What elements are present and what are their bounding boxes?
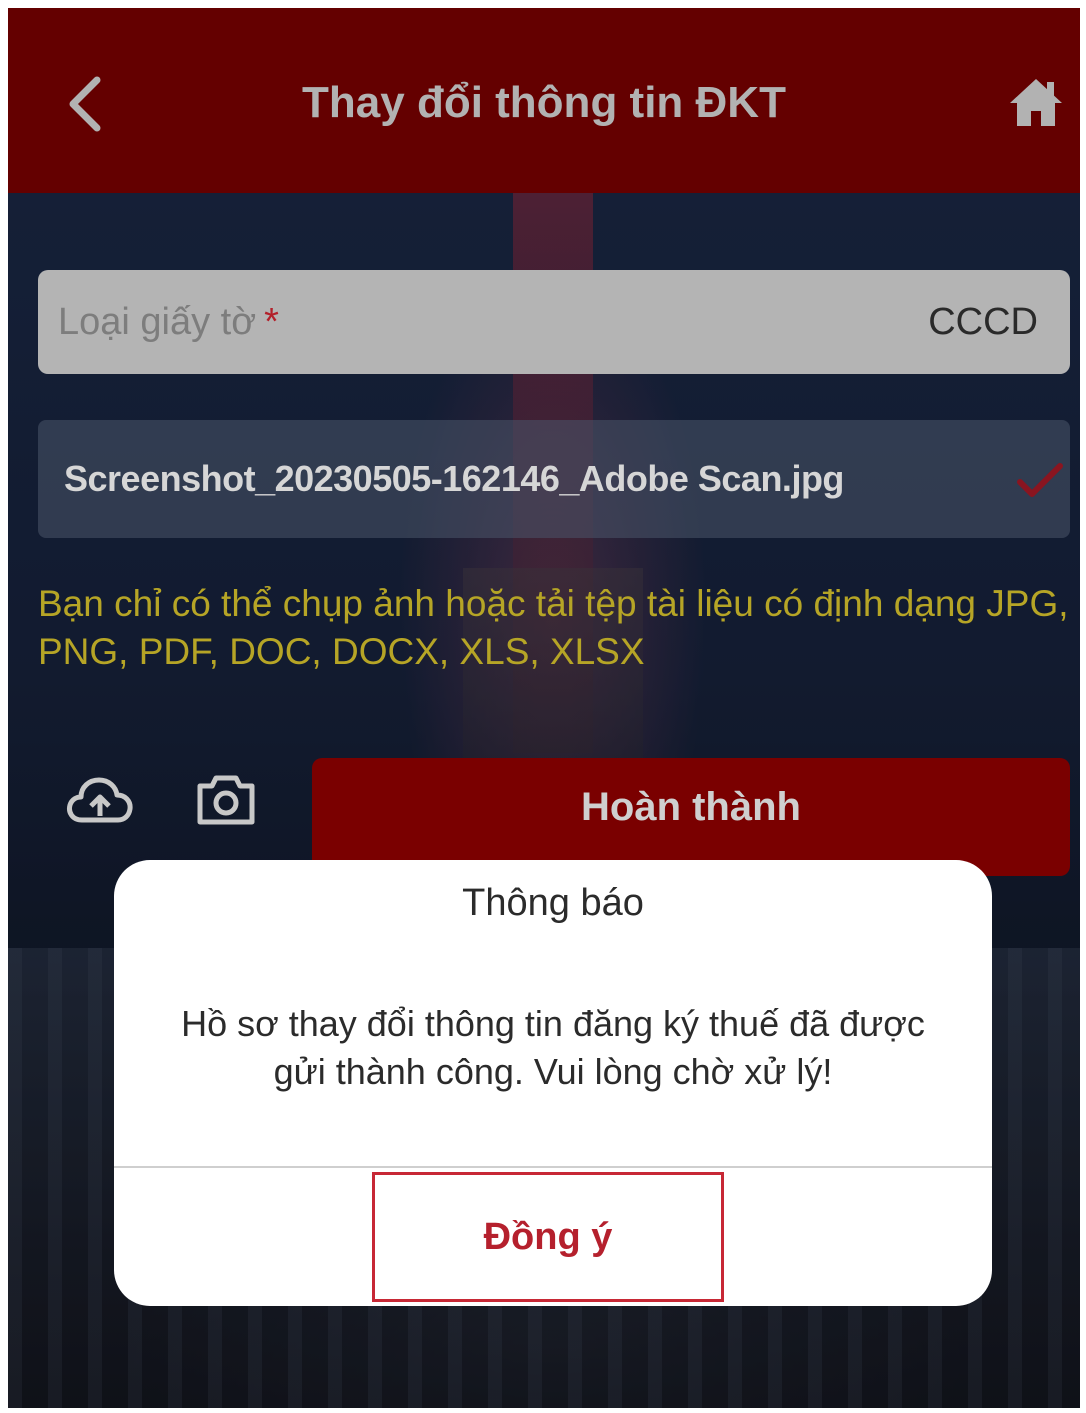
dialog-title: Thông báo (462, 882, 644, 924)
document-type-label: Loại giấy tờ * (58, 270, 279, 374)
upload-button[interactable] (64, 770, 136, 830)
dialog-divider (114, 1166, 992, 1168)
camera-button[interactable] (194, 770, 258, 830)
submit-button[interactable]: Hoàn thành (312, 758, 1070, 876)
confirm-button[interactable]: Đồng ý (372, 1172, 724, 1302)
camera-icon (197, 775, 255, 825)
attached-file-row: Screenshot_20230505-162146_Adobe Scan.jp… (38, 420, 1070, 538)
submit-button-label: Hoàn thành (581, 784, 801, 829)
attached-file-name: Screenshot_20230505-162146_Adobe Scan.jp… (64, 458, 844, 499)
app-screen: Thay đổi thông tin ĐKT Loại giấy tờ * CCC… (8, 8, 1080, 1408)
document-type-value: CCCD (928, 301, 1038, 343)
cloud-upload-icon (67, 777, 133, 823)
document-type-select[interactable]: Loại giấy tờ * CCCD (38, 270, 1070, 374)
checkmark-icon (1017, 463, 1063, 497)
required-mark: * (264, 301, 279, 343)
notification-dialog: Thông báo Hồ sơ thay đổi thông tin đăng … (114, 860, 992, 1306)
file-format-note: Bạn chỉ có thể chụp ảnh hoặc tải tệp tài… (38, 583, 1069, 672)
dialog-message: Hồ sơ thay đổi thông tin đăng ký thuế đã… (181, 1003, 925, 1092)
document-type-label-text: Loại giấy tờ (58, 301, 257, 343)
